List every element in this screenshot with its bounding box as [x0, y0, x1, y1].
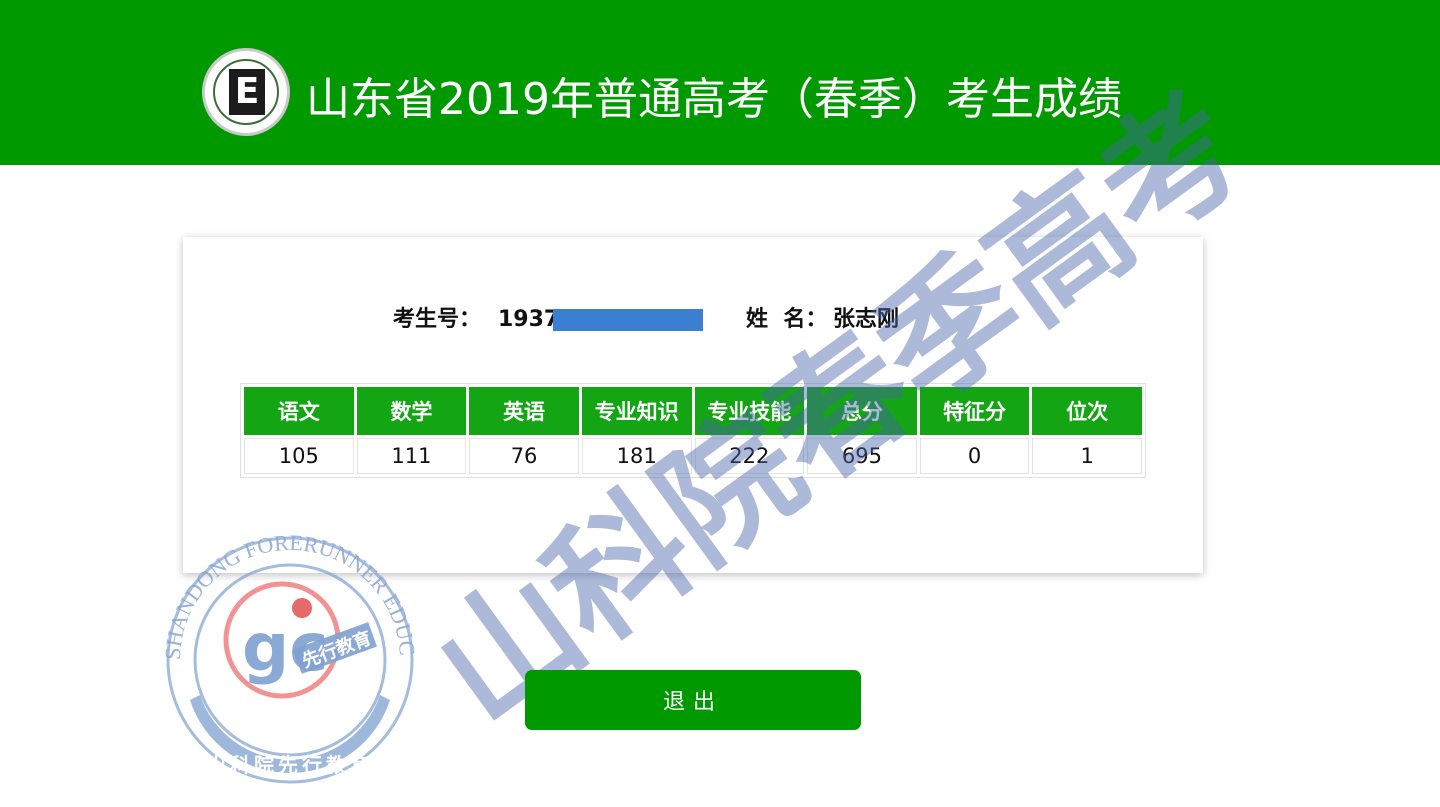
column-header-chinese: 语文 [244, 387, 354, 435]
score-rank: 1 [1032, 438, 1142, 474]
table-row: 105 111 76 181 222 695 0 1 [244, 438, 1142, 474]
score-english: 76 [469, 438, 579, 474]
page-title: 山东省2019年普通高考（春季）考生成绩 [306, 74, 1122, 125]
column-header-rank: 位次 [1032, 387, 1142, 435]
exam-authority-logo-icon: E [202, 48, 290, 136]
score-professional-knowledge: 181 [581, 438, 692, 474]
score-table-header-row: 语文 数学 英语 专业知识 专业技能 总分 特征分 位次 [244, 387, 1142, 435]
column-header-english: 英语 [469, 387, 579, 435]
seal-bottom-text: 山科院先行教育 [206, 753, 374, 777]
candidate-number-label: 考生号： [393, 307, 482, 332]
candidate-number-value: 1937 [498, 307, 560, 332]
logo-letter: E [229, 69, 265, 115]
runner-figure-icon [292, 598, 312, 618]
column-header-math: 数学 [356, 387, 467, 435]
score-math: 111 [356, 438, 467, 474]
column-header-feature-score: 特征分 [919, 387, 1030, 435]
seal-inner-logo: gc [242, 609, 328, 686]
exit-button[interactable]: 退出 [525, 670, 861, 730]
score-chinese: 105 [244, 438, 354, 474]
score-total: 695 [807, 438, 917, 474]
candidate-name-label: 姓 名： [746, 307, 828, 332]
page-header: E 山东省2019年普通高考（春季）考生成绩 [0, 0, 1440, 165]
candidate-number-redaction [553, 309, 703, 331]
candidate-name-value: 张志刚 [833, 307, 900, 332]
score-table: 语文 数学 英语 专业知识 专业技能 总分 特征分 位次 105 111 76 … [240, 383, 1146, 478]
column-header-professional-skills: 专业技能 [694, 387, 805, 435]
column-header-professional-knowledge: 专业知识 [581, 387, 692, 435]
column-header-total: 总分 [807, 387, 917, 435]
seal-inner-label: 先行教育 [299, 627, 374, 672]
score-professional-skills: 222 [694, 438, 805, 474]
score-feature: 0 [919, 438, 1030, 474]
